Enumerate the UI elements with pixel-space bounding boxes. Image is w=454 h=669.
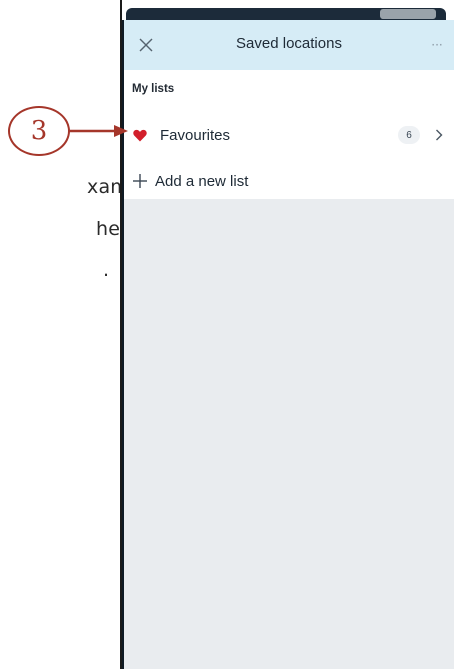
item-count-badge: 6 <box>398 126 420 144</box>
status-indicator <box>380 9 436 19</box>
callout-number: 3 <box>30 116 48 146</box>
callout-badge: 3 <box>8 106 70 156</box>
lists-panel: My lists Favourites 6 Add a new list <box>124 70 454 199</box>
add-list-label: Add a new list <box>155 172 249 190</box>
plus-icon <box>130 171 150 191</box>
page: xample he . 3 Saved locations ··· <box>0 0 454 669</box>
page-title: Saved locations <box>236 35 342 52</box>
app-screen: Saved locations ··· My lists Favourites … <box>124 20 454 669</box>
add-new-list-button[interactable]: Add a new list <box>124 161 454 201</box>
list-item-label: Favourites <box>160 126 231 144</box>
list-item-favourites[interactable]: Favourites 6 <box>124 115 454 155</box>
caption-line-3: . <box>103 259 110 281</box>
chevron-right-icon <box>432 128 446 142</box>
caption-line-2: he <box>96 218 121 240</box>
callout-arrow-icon <box>68 125 128 137</box>
app-header: Saved locations ··· <box>124 20 454 70</box>
section-title-my-lists: My lists <box>132 83 175 95</box>
heart-icon <box>130 125 150 145</box>
phone-frame: Saved locations ··· My lists Favourites … <box>120 0 454 669</box>
more-options-button[interactable]: ··· <box>424 33 450 57</box>
